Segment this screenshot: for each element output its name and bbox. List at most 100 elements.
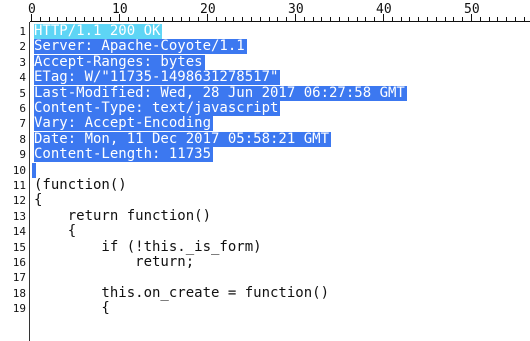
code-line-9[interactable]: 9 Content-Length: 11735 xyxy=(0,147,530,163)
code-text[interactable]: { xyxy=(34,193,42,208)
ruler-tick xyxy=(251,17,252,21)
selected-code-text[interactable]: Last-Modified: Wed, 28 Jun 2017 06:27:58… xyxy=(34,85,407,101)
code-text[interactable]: { xyxy=(34,224,76,239)
ruler-label-30: 30 xyxy=(288,2,304,17)
ruler-label-50: 50 xyxy=(464,2,480,17)
ruler-label-20: 20 xyxy=(200,2,216,17)
code-line-12[interactable]: 12 { xyxy=(0,193,530,208)
ruler-tick xyxy=(163,17,164,21)
ruler-tick xyxy=(339,17,340,21)
selected-code-text[interactable]: Content-Length: 11735 xyxy=(34,147,214,163)
selected-code-text[interactable]: Vary: Accept-Encoding xyxy=(34,116,214,132)
code-text[interactable]: if (!this._is_form) xyxy=(34,239,261,255)
code-line-5[interactable]: 5 Last-Modified: Wed, 28 Jun 2017 06:27:5… xyxy=(0,85,530,101)
ruler-tick xyxy=(189,17,191,21)
code-line-15[interactable]: 15 if (!this._is_form) xyxy=(0,239,530,255)
code-line-11[interactable]: 11 (function() xyxy=(0,178,530,193)
ruler-tick xyxy=(66,17,68,21)
code-text[interactable]: { xyxy=(34,301,109,316)
text-editor[interactable]: 0 10 20 30 40 50 1 HTTP/1.1 200 OK 2 Server… xyxy=(0,0,530,341)
line-number: 7 xyxy=(19,117,26,131)
code-line-14[interactable]: 14 { xyxy=(0,224,530,239)
ruler-tick xyxy=(259,17,261,21)
code-text[interactable]: (function() xyxy=(34,178,127,193)
line-number: 2 xyxy=(19,40,26,54)
line-number: 16 xyxy=(12,256,26,269)
line-number: 3 xyxy=(19,55,26,69)
ruler-tick xyxy=(127,17,129,21)
ruler-tick xyxy=(215,17,217,21)
code-text[interactable]: this.on_create = function() xyxy=(34,285,329,301)
code-line-8[interactable]: 8 Date: Mon, 11 Dec 2017 05:58:21 GMT xyxy=(0,131,530,147)
ruler-tick xyxy=(374,17,376,21)
ruler-tick xyxy=(57,17,59,21)
line-number: 13 xyxy=(12,209,26,223)
code-line-1[interactable]: 1 HTTP/1.1 200 OK xyxy=(0,24,530,39)
ruler-tick xyxy=(479,17,481,21)
code-line-13[interactable]: 13 return function() xyxy=(0,208,530,224)
line-number: 12 xyxy=(12,194,26,208)
ruler-tick xyxy=(268,17,270,21)
ruler-tick xyxy=(497,17,499,21)
ruler-label-10: 10 xyxy=(112,2,128,17)
line-number: 9 xyxy=(19,148,26,162)
code-line-16[interactable]: 16 return; xyxy=(0,255,530,270)
ruler-tick xyxy=(515,17,516,21)
ruler-tick xyxy=(409,17,411,21)
selected-code-text[interactable]: Accept-Ranges: bytes xyxy=(34,54,205,70)
selected-code-text[interactable]: Date: Mon, 11 Dec 2017 05:58:21 GMT xyxy=(34,131,332,147)
ruler-tick xyxy=(171,17,173,21)
line-number: 14 xyxy=(12,225,26,239)
ruler-tick xyxy=(154,17,156,21)
ruler-tick xyxy=(418,17,420,21)
selection-end-marker xyxy=(32,162,36,178)
ruler-tick xyxy=(435,17,437,21)
code-line-3[interactable]: 3 Accept-Ranges: bytes xyxy=(0,54,530,70)
ruler-tick xyxy=(198,17,200,21)
selected-code-text[interactable]: ETag: W/"11735-1498631278517" xyxy=(34,70,281,86)
line-number: 11 xyxy=(12,179,26,192)
selected-code-text[interactable]: Content-Type: text/javascript xyxy=(34,101,281,116)
ruler-tick xyxy=(136,17,138,21)
ruler-tick xyxy=(224,17,226,21)
code-line-19[interactable]: 19 { xyxy=(0,301,530,316)
line-number: 18 xyxy=(12,286,26,300)
code-line-7[interactable]: 7 Vary: Accept-Encoding xyxy=(0,116,530,132)
ruler-tick xyxy=(523,17,525,21)
ruler-tick xyxy=(427,17,428,21)
ruler-tick xyxy=(242,17,244,21)
line-number: 15 xyxy=(12,240,26,254)
code-line-4[interactable]: 4 ETag: W/"11735-1498631278517" xyxy=(0,70,530,86)
code-line-2[interactable]: 2 Server: Apache-Coyote/1.1 xyxy=(0,39,530,55)
code-line-18[interactable]: 18 this.on_create = function() xyxy=(0,285,530,301)
ruler-tick xyxy=(347,17,349,21)
ruler-tick xyxy=(180,17,182,21)
selected-code-text[interactable]: Server: Apache-Coyote/1.1 xyxy=(34,39,247,55)
code-line-10[interactable]: 10 xyxy=(0,162,530,178)
code-line-17[interactable]: 17 xyxy=(0,270,530,285)
line-number: 6 xyxy=(19,102,26,115)
ruler-label-40: 40 xyxy=(376,2,392,17)
ruler-tick xyxy=(462,17,464,21)
ruler-label-0: 0 xyxy=(28,2,36,17)
code-text[interactable]: return function() xyxy=(34,208,211,224)
line-number: 4 xyxy=(19,71,26,85)
ruler-tick xyxy=(101,17,103,21)
ruler-tick xyxy=(506,17,508,21)
ruler-tick xyxy=(356,17,358,21)
ruler-tick xyxy=(286,17,288,21)
code-line-6[interactable]: 6 Content-Type: text/javascript xyxy=(0,101,530,116)
ruler-tick xyxy=(48,17,50,21)
ruler-tick xyxy=(75,17,76,21)
column-ruler: 0 10 20 30 40 50 xyxy=(0,0,530,24)
ruler-tick xyxy=(365,17,367,21)
line-number: 10 xyxy=(12,163,26,177)
ruler-tick xyxy=(330,17,332,21)
line-number: 19 xyxy=(12,302,26,316)
ruler-tick xyxy=(321,17,323,21)
selected-code-text[interactable]: HTTP/1.1 200 OK xyxy=(34,24,163,39)
code-text[interactable]: return; xyxy=(34,255,194,270)
ruler-tick xyxy=(233,17,235,21)
ruler-tick xyxy=(488,17,490,21)
ruler-tick xyxy=(400,17,402,21)
